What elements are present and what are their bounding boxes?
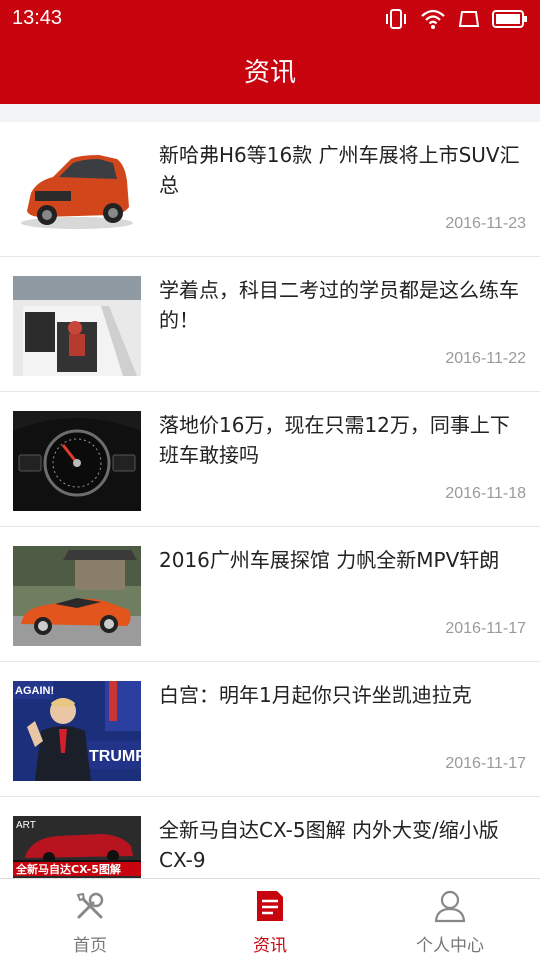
tools-icon xyxy=(73,889,107,923)
news-thumbnail xyxy=(13,276,141,376)
tab-home[interactable]: 首页 xyxy=(0,879,180,960)
tab-news[interactable]: 资讯 xyxy=(180,879,360,960)
page-title: 资讯 xyxy=(243,58,296,88)
news-item[interactable]: 2016广州车展探馆 力帆全新MPV轩朗 2016-11-17 xyxy=(0,527,540,662)
status-icons xyxy=(384,8,528,34)
battery-icon xyxy=(492,9,528,33)
bottom-tab-bar: 首页 资讯 个人中心 xyxy=(0,878,540,960)
news-date: 2016-11-18 xyxy=(445,485,526,502)
vibrate-icon xyxy=(384,8,408,34)
news-item[interactable]: 新哈弗H6等16款 广州车展将上市SUV汇总 2016-11-23 xyxy=(0,122,540,257)
cx5-caption-text: 全新马自达CX-5图解 xyxy=(15,862,121,876)
news-list[interactable]: 新哈弗H6等16款 广州车展将上市SUV汇总 2016-11-23 学着点，科目… xyxy=(0,122,540,878)
news-title: 白宫：明年1月起你只许坐凯迪拉克 xyxy=(159,683,472,707)
news-date: 2016-11-23 xyxy=(445,215,526,232)
wifi-icon xyxy=(420,8,446,34)
tab-label: 资讯 xyxy=(253,936,287,956)
document-icon xyxy=(253,889,287,923)
status-time: 13:43 xyxy=(12,7,63,29)
news-date: 2016-11-17 xyxy=(445,755,526,772)
news-title: 2016广州车展探馆 力帆全新MPV轩朗 xyxy=(159,548,500,572)
tab-profile[interactable]: 个人中心 xyxy=(360,879,540,960)
news-thumbnail xyxy=(13,411,141,511)
news-item[interactable]: 落地价16万，现在只需12万，同事上下班车敢接吗 2016-11-18 xyxy=(0,392,540,527)
news-thumbnail xyxy=(13,141,141,241)
news-thumbnail: ART 全新马自达CX-5图解 xyxy=(13,816,141,878)
news-thumbnail: AGAIN! TRUMP xyxy=(13,681,141,781)
again-text: AGAIN! xyxy=(15,685,54,697)
status-bar: 13:43 xyxy=(0,0,540,38)
news-title: 落地价16万，现在只需12万，同事上下班车敢接吗 xyxy=(159,413,510,467)
news-date: 2016-11-22 xyxy=(445,350,526,367)
user-icon xyxy=(433,889,467,923)
news-title: 新哈弗H6等16款 广州车展将上市SUV汇总 xyxy=(159,143,520,197)
trump-sign-text: TRUMP xyxy=(89,748,141,765)
news-item[interactable]: 学着点，科目二考过的学员都是这么练车的！ 2016-11-22 xyxy=(0,257,540,392)
news-title: 全新马自达CX-5图解 内外大变/缩小版CX-9 xyxy=(159,818,499,872)
app-header: 资讯 xyxy=(0,38,540,104)
news-title: 学着点，科目二考过的学员都是这么练车的！ xyxy=(159,278,519,332)
art-text: ART xyxy=(16,820,36,831)
signal-icon xyxy=(458,9,480,33)
news-date: 2016-11-17 xyxy=(445,620,526,637)
news-item[interactable]: ART 全新马自达CX-5图解 全新马自达CX-5图解 内外大变/缩小版CX-9 xyxy=(0,797,540,878)
news-item[interactable]: AGAIN! TRUMP 白宫：明年1月起你只许坐凯迪拉克 2016-11-17 xyxy=(0,662,540,797)
tab-label: 个人中心 xyxy=(416,936,484,956)
tab-label: 首页 xyxy=(73,936,107,956)
news-thumbnail xyxy=(13,546,141,646)
